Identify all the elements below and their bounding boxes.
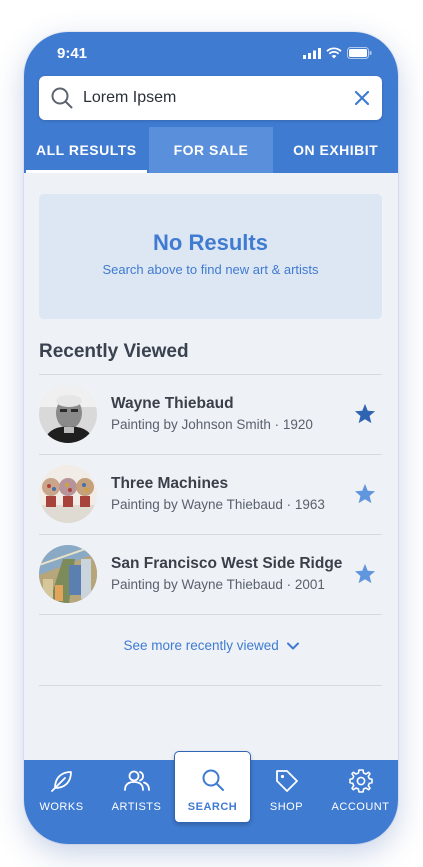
- tab-all-results[interactable]: ALL RESULTS: [24, 127, 149, 173]
- nav-artists-label: ARTISTS: [111, 801, 162, 813]
- list-item[interactable]: Wayne Thiebaud Painting by Johnson Smith…: [39, 375, 382, 454]
- item-subtitle: Painting by Wayne Thiebaud · 1963: [111, 497, 325, 512]
- list-item[interactable]: Three Machines Painting by Wayne Thiebau…: [39, 455, 382, 534]
- gear-icon: [348, 769, 373, 793]
- artwork-thumbnail: [39, 465, 97, 523]
- search-bar: [39, 76, 382, 120]
- divider: [39, 614, 382, 615]
- see-more-label: See more recently viewed: [123, 638, 279, 653]
- battery-icon: [347, 47, 372, 59]
- header: 9:41 Lorem Ipsem ALL RESULTS FOR SALE ON…: [24, 32, 398, 173]
- star-icon[interactable]: [354, 483, 376, 504]
- status-time: 9:41: [57, 45, 88, 62]
- star-filled-icon[interactable]: [354, 403, 376, 424]
- nav-account-label: ACCOUNT: [331, 801, 390, 813]
- search-icon: [51, 87, 73, 109]
- item-subtitle: Painting by Johnson Smith · 1920: [111, 417, 313, 432]
- phone-frame: 9:41 Lorem Ipsem ALL RESULTS FOR SALE ON…: [24, 32, 398, 844]
- nav-search-label: SEARCH: [187, 801, 238, 813]
- users-icon: [123, 770, 150, 791]
- empty-state-title: No Results: [153, 230, 268, 255]
- wifi-icon: [326, 47, 342, 59]
- recently-viewed-heading: Recently Viewed: [39, 341, 189, 362]
- nav-search[interactable]: SEARCH: [174, 751, 251, 823]
- close-icon[interactable]: [354, 90, 370, 106]
- empty-state: No Results Search above to find new art …: [39, 194, 382, 319]
- tab-on-exhibit[interactable]: ON EXHIBIT: [273, 127, 398, 173]
- feather-icon: [50, 771, 72, 792]
- artist-portrait-thumbnail: [39, 385, 97, 443]
- item-title: Three Machines: [111, 475, 229, 492]
- star-icon[interactable]: [354, 563, 376, 584]
- status-icons: [303, 47, 372, 59]
- empty-state-subtitle: Search above to find new art & artists: [102, 262, 319, 277]
- artwork-thumbnail: [39, 545, 97, 603]
- search-input[interactable]: [83, 76, 343, 120]
- nav-shop[interactable]: SHOP: [249, 760, 324, 844]
- item-subtitle: Painting by Wayne Thiebaud · 2001: [111, 577, 325, 592]
- list-item[interactable]: San Francisco West Side Ridge Painting b…: [39, 535, 382, 614]
- nav-artists[interactable]: ARTISTS: [99, 760, 174, 844]
- nav-shop-label: SHOP: [269, 801, 304, 813]
- item-title: Wayne Thiebaud: [111, 395, 234, 412]
- signal-icon: [303, 47, 321, 59]
- divider: [39, 685, 382, 686]
- bottom-nav: WORKS ARTISTS SEARCH SHOP ACCOUNT: [24, 751, 398, 844]
- results-tabs: ALL RESULTS FOR SALE ON EXHIBIT: [24, 127, 398, 173]
- chevron-down-icon: [286, 642, 299, 650]
- nav-works[interactable]: WORKS: [24, 760, 99, 844]
- nav-works-label: WORKS: [39, 801, 84, 813]
- item-title: San Francisco West Side Ridge: [111, 555, 343, 572]
- tag-icon: [275, 770, 298, 792]
- tab-for-sale[interactable]: FOR SALE: [148, 127, 274, 173]
- see-more-link[interactable]: See more recently viewed: [24, 638, 398, 653]
- nav-account[interactable]: ACCOUNT: [323, 760, 398, 844]
- search-icon: [202, 769, 224, 791]
